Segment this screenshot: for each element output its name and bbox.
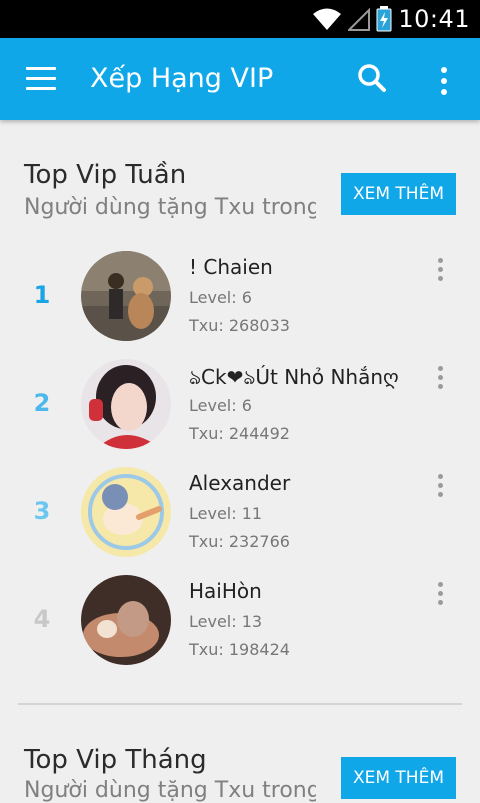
avatar [81, 251, 171, 341]
user-name: ! Chaien [189, 255, 273, 279]
user-level: Level: 6 [189, 288, 252, 307]
item-more-button[interactable] [430, 363, 450, 391]
wifi-icon [313, 8, 342, 30]
user-name: ঌCk❤ঌÚt Nhỏ Nhắnღ [189, 365, 399, 389]
section-divider [18, 703, 462, 705]
see-more-week-button[interactable]: XEM THÊM [341, 173, 456, 215]
more-vert-icon [430, 363, 450, 389]
avatar [81, 467, 171, 557]
search-icon [358, 64, 386, 92]
item-more-button[interactable] [430, 471, 450, 499]
user-txu: Txu: 232766 [189, 532, 290, 551]
user-level: Level: 13 [189, 612, 263, 631]
more-vert-icon [430, 60, 458, 95]
user-txu: Txu: 244492 [189, 424, 290, 443]
signal-icon [348, 7, 371, 31]
overflow-menu-button[interactable] [430, 60, 458, 96]
status-icons: 10:41 [312, 0, 470, 38]
section-title-week: Top Vip Tuần [24, 160, 187, 190]
section-title-month: Top Vip Tháng [24, 745, 207, 775]
list-item[interactable]: 3 Alexander Level: 11 Txu: 232766 [0, 467, 480, 575]
rank-number: 2 [33, 389, 51, 417]
battery-icon [376, 6, 392, 32]
rank-number: 4 [33, 605, 51, 633]
section-subtitle-month: Người dùng tặng Txu trong tháng [24, 778, 316, 803]
rank-number: 3 [33, 497, 51, 525]
more-vert-icon [430, 471, 450, 497]
section-subtitle-week: Người dùng tặng Txu trong tuần [24, 195, 316, 220]
search-button[interactable] [354, 60, 390, 96]
user-txu: Txu: 198424 [189, 640, 290, 659]
list-item[interactable]: 1 ! Chaien Level: 6 Txu: 268033 [0, 251, 480, 359]
rank-number: 1 [33, 281, 51, 309]
avatar [81, 575, 171, 665]
item-more-button[interactable] [430, 579, 450, 607]
see-more-month-button[interactable]: XEM THÊM [341, 757, 456, 799]
more-vert-icon [430, 255, 450, 281]
status-bar: 10:41 [0, 0, 480, 38]
user-name: Alexander [189, 471, 291, 495]
list-item[interactable]: 4 HaiHòn Level: 13 Txu: 198424 [0, 575, 480, 683]
user-level: Level: 6 [189, 396, 252, 415]
avatar [81, 359, 171, 449]
user-name: HaiHòn [189, 579, 262, 603]
list-item[interactable]: 2 ঌCk❤ঌÚt Nhỏ Nhắnღ Level: 6 Txu: 244492 [0, 359, 480, 467]
more-vert-icon [430, 579, 450, 605]
app-bar: Xếp Hạng VIP [0, 38, 480, 120]
user-level: Level: 11 [189, 504, 263, 523]
menu-button[interactable] [26, 67, 58, 91]
page-title: Xếp Hạng VIP [90, 63, 274, 94]
status-time: 10:41 [398, 5, 470, 33]
item-more-button[interactable] [430, 255, 450, 283]
user-txu: Txu: 268033 [189, 316, 290, 335]
